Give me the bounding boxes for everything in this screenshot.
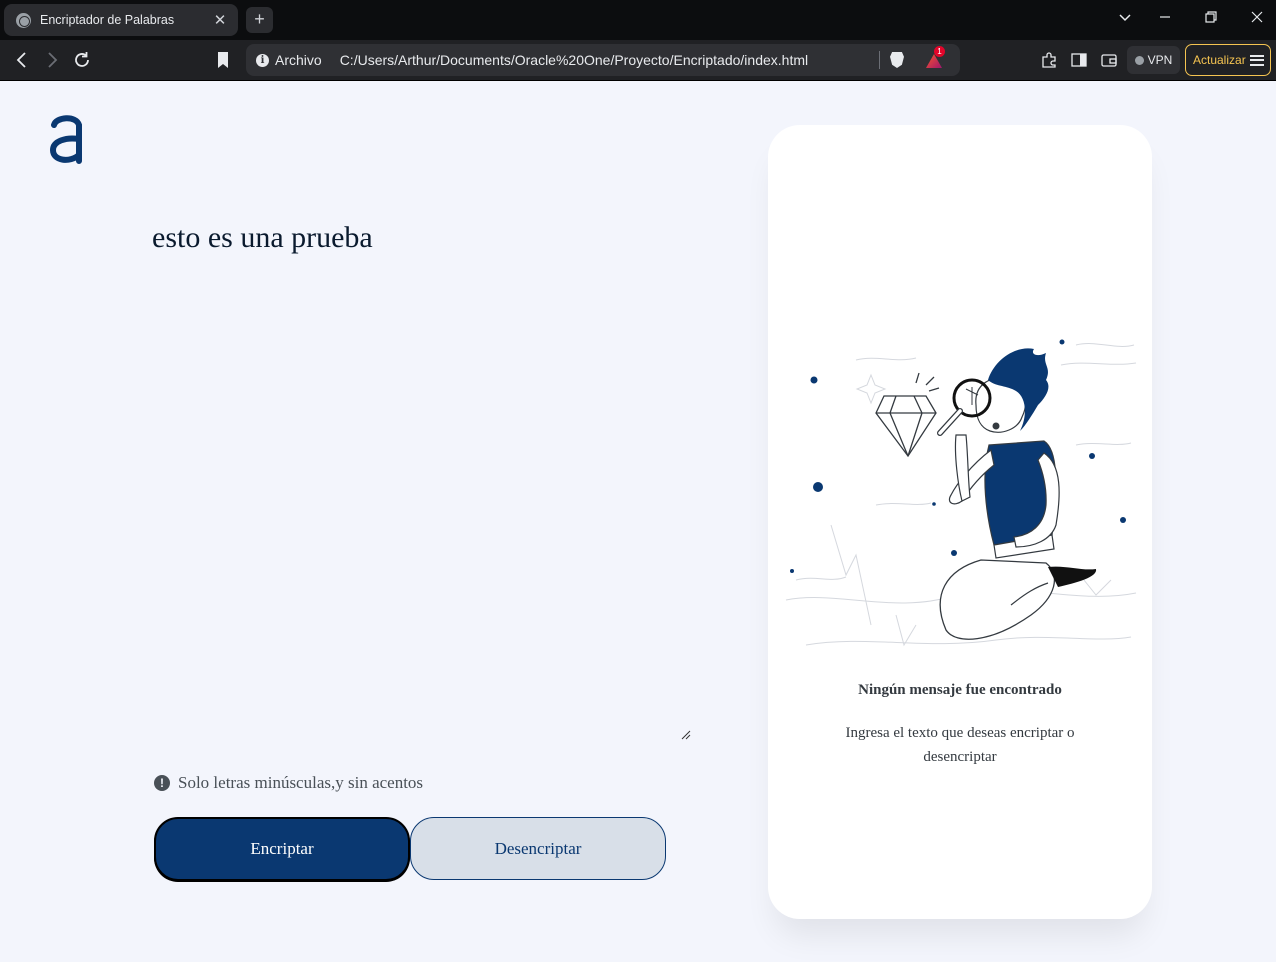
vpn-button[interactable]: VPN: [1127, 46, 1180, 74]
brave-shields-icon[interactable]: [890, 52, 904, 68]
hint-text: Solo letras minúsculas,y sin acentos: [178, 773, 424, 792]
update-label: Actualizar: [1193, 53, 1246, 67]
browser-tab[interactable]: Encriptador de Palabras ✕: [4, 4, 238, 36]
resize-handle-icon[interactable]: [681, 730, 691, 740]
extensions-icon[interactable]: [1040, 51, 1058, 69]
warning-icon: !: [154, 775, 170, 791]
globe-icon: [16, 12, 31, 28]
input-hint: ! Solo letras minúsculas,y sin acentos: [154, 773, 423, 793]
encrypt-button[interactable]: Encriptar: [154, 817, 410, 881]
vpn-label: VPN: [1147, 53, 1173, 67]
forward-icon[interactable]: [41, 49, 63, 71]
omnibox-divider: [879, 51, 880, 69]
new-tab-button[interactable]: +: [246, 7, 273, 33]
restore-icon[interactable]: [1201, 10, 1221, 27]
panel-title: Ningún mensaje fue encontrado: [858, 682, 1062, 698]
tab-close-button[interactable]: ✕: [212, 11, 228, 29]
browser-toolbar: i Archivo C:/Users/Arthur/Documents/Orac…: [0, 40, 1276, 81]
close-window-icon[interactable]: [1247, 10, 1267, 27]
decrypt-button[interactable]: Desencriptar: [410, 817, 666, 880]
browser-tab-bar: Encriptador de Palabras ✕ +: [0, 0, 1276, 40]
minimize-icon[interactable]: [1155, 10, 1175, 27]
tab-search-icon[interactable]: [1115, 10, 1135, 27]
address-bar[interactable]: i Archivo C:/Users/Arthur/Documents/Orac…: [246, 44, 960, 76]
rewards-icon[interactable]: 1: [926, 46, 945, 68]
back-icon[interactable]: [11, 49, 33, 71]
reload-icon[interactable]: [71, 49, 93, 71]
info-icon[interactable]: i: [256, 53, 269, 67]
search-illustration-icon: [785, 339, 1137, 647]
rewards-badge: 1: [934, 46, 945, 57]
panel-subtitle: Ingresa el texto que deseas encriptar o …: [845, 725, 1075, 765]
update-button[interactable]: Actualizar: [1185, 44, 1271, 76]
output-panel: Ningún mensaje fue encontrado Ingresa el…: [768, 125, 1152, 919]
menu-icon[interactable]: [1249, 54, 1264, 66]
url-text[interactable]: C:/Users/Arthur/Documents/Oracle%20One/P…: [340, 52, 871, 68]
vpn-status-icon: [1134, 55, 1144, 65]
wallet-icon[interactable]: [1100, 51, 1118, 69]
sidebar-icon[interactable]: [1070, 51, 1088, 69]
page-content: esto es una prueba ! Solo letras minúscu…: [0, 81, 1276, 962]
bookmark-icon[interactable]: [212, 49, 234, 71]
tab-title: Encriptador de Palabras: [40, 13, 175, 27]
alura-logo-icon: [49, 115, 82, 164]
message-input[interactable]: esto es una prueba: [152, 219, 692, 743]
omnibox-label: Archivo: [275, 52, 322, 68]
